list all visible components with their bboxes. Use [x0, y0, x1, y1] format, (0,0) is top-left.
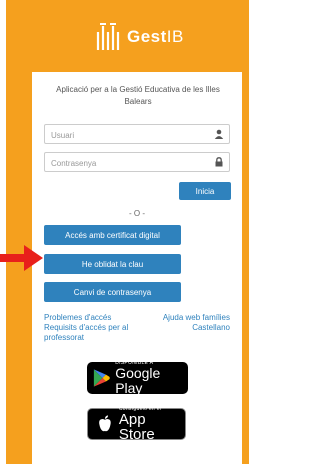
change-password-button[interactable]: Canvi de contrasenya [44, 282, 181, 302]
logo-mark-icon [96, 23, 120, 50]
username-field[interactable] [44, 124, 230, 145]
access-requirements-line2: professorat [44, 333, 85, 342]
password-field[interactable] [44, 152, 230, 173]
google-play-badge[interactable]: DISPONIBLE A Google Play [87, 360, 188, 396]
username-input[interactable] [45, 126, 201, 145]
certificate-login-button[interactable]: Accés amb certificat digital [44, 225, 181, 245]
app-store-badge[interactable]: Consíguelo en el App Store [87, 406, 186, 443]
gestib-logo: GestIB [95, 22, 184, 52]
separator-text: - O - [129, 209, 145, 218]
access-requirements-link[interactable]: Requisits d'accés per al professorat [44, 323, 128, 343]
families-help-link[interactable]: Ajuda web famílies [163, 313, 230, 323]
google-play-icon [93, 369, 110, 387]
login-button[interactable]: Inicia [179, 182, 231, 200]
logo-text: GestIB [127, 27, 184, 46]
apple-icon [99, 414, 111, 431]
access-problems-link[interactable]: Problemes d'accés [44, 313, 111, 323]
language-link[interactable]: Castellano [192, 323, 230, 333]
user-icon [214, 129, 224, 139]
login-panel: Aplicació per a la Gestió Educativa de l… [32, 72, 242, 464]
app-store-text: App Store [118, 411, 155, 443]
access-requirements-line1: Requisits d'accés per al [44, 323, 129, 332]
lock-icon [215, 157, 223, 167]
intro-text: Aplicació per a la Gestió Educativa de l… [56, 85, 220, 106]
google-play-text: Google Play [115, 365, 161, 396]
password-input[interactable] [45, 154, 201, 173]
red-arrow-annotation [0, 245, 43, 271]
forgot-password-button[interactable]: He oblidat la clau [44, 254, 181, 274]
